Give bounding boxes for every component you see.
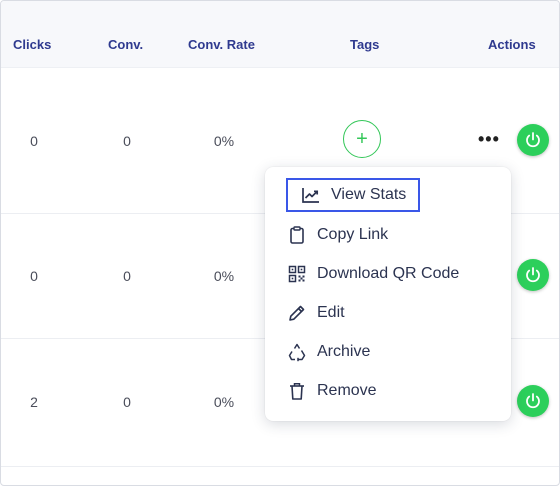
menu-item-edit[interactable]: Edit [287,296,497,330]
power-icon [526,267,540,283]
clipboard-icon [287,225,307,245]
qr-code-icon [287,264,307,284]
recycle-icon [287,342,307,362]
toggle-active-button[interactable] [517,259,549,291]
header-conversion-rate[interactable]: Conv. Rate [188,37,255,52]
conversions-cell: 0 [123,394,131,410]
chart-line-icon [301,185,321,205]
trash-icon [287,381,307,401]
actions-dropdown-menu: View Stats Copy Link Download QR Code Ed… [265,167,511,421]
header-clicks[interactable]: Clicks [13,37,51,52]
header-conversions[interactable]: Conv. [108,37,143,52]
toggle-active-button[interactable] [517,124,549,156]
clicks-cell: 0 [30,268,38,284]
conversion-rate-cell: 0% [213,268,235,284]
more-actions-button[interactable]: ••• [478,129,502,149]
menu-item-label: Edit [317,304,345,321]
power-icon [526,393,540,409]
clicks-cell: 0 [30,133,38,149]
conversions-cell: 0 [123,268,131,284]
clicks-cell: 2 [30,394,38,410]
add-tag-button[interactable]: + [343,120,381,158]
conversion-rate-cell: 0% [213,394,235,410]
header-tags: Tags [350,37,380,52]
conversions-cell: 0 [123,133,131,149]
conversion-rate-cell: 0% [213,133,235,149]
menu-item-archive[interactable]: Archive [287,335,497,369]
links-table: Clicks Conv. Conv. Rate Tags Actions 0 0… [0,0,560,486]
menu-item-label: Remove [317,382,377,399]
power-icon [526,132,540,148]
table-header: Clicks Conv. Conv. Rate Tags Actions [1,1,559,68]
header-actions: Actions [488,37,536,52]
pencil-icon [287,303,307,323]
menu-item-copy-link[interactable]: Copy Link [287,218,497,252]
menu-item-view-stats[interactable]: View Stats [286,178,420,212]
menu-item-label: Copy Link [317,226,389,243]
toggle-active-button[interactable] [517,385,549,417]
menu-item-label: View Stats [331,186,407,203]
menu-item-remove[interactable]: Remove [287,374,497,408]
menu-item-download-qr[interactable]: Download QR Code [287,257,497,291]
menu-item-label: Archive [317,343,371,360]
menu-item-label: Download QR Code [317,265,460,282]
